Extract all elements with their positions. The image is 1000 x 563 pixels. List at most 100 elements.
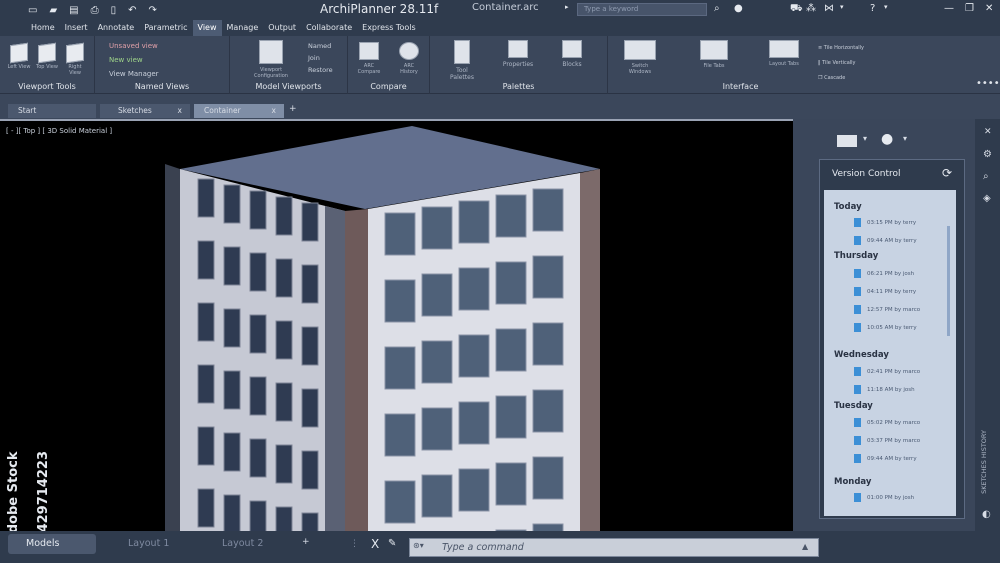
command-expand-icon[interactable]: ▲ xyxy=(802,542,808,551)
layers-icon[interactable]: ◈ xyxy=(983,193,991,204)
version-list-scrollbar[interactable] xyxy=(947,226,950,336)
layout-tabs-button[interactable]: Layout Tabs xyxy=(764,40,804,67)
window xyxy=(223,246,241,286)
cascade-item[interactable]: ❐ Cascade xyxy=(818,75,845,81)
version-entry[interactable]: 04:11 PM by terry xyxy=(854,287,916,296)
grid-chevron-icon[interactable]: ▾ xyxy=(863,134,867,143)
tab-sketches[interactable]: Sketches x xyxy=(100,104,190,118)
version-entry[interactable]: 11:18 AM by josh xyxy=(854,385,915,394)
close-command-icon[interactable]: X xyxy=(371,537,379,551)
version-entry[interactable]: 02:41 PM by marco xyxy=(854,367,920,376)
help-chevron-icon[interactable]: ▾ xyxy=(884,3,888,11)
tab-container[interactable]: Container x xyxy=(194,104,284,118)
tab-layout-2[interactable]: Layout 2 xyxy=(204,534,292,554)
redo-icon[interactable]: ↷ xyxy=(149,5,157,16)
command-history-icon[interactable]: ⊛▾ xyxy=(413,541,424,550)
menu-annotate[interactable]: Annotate xyxy=(93,20,140,36)
window xyxy=(458,401,490,445)
tab-layout-1[interactable]: Layout 1 xyxy=(110,534,198,554)
switch-windows-button[interactable]: Switch Windows xyxy=(620,40,660,75)
arrow-right-icon[interactable]: ▸ xyxy=(565,3,569,11)
refresh-icon[interactable]: ⟳ xyxy=(942,166,952,180)
undo-icon[interactable]: ↶ xyxy=(128,5,136,16)
tab-start[interactable]: Start xyxy=(8,104,96,118)
version-entry[interactable]: 03:37 PM by marco xyxy=(854,436,920,445)
user-icon[interactable]: ● xyxy=(734,3,743,14)
menu-manage[interactable]: Manage xyxy=(222,20,264,36)
help-icon[interactable]: ? xyxy=(870,3,875,14)
unsaved-view-item[interactable]: Unsaved view xyxy=(109,42,158,50)
share-icon[interactable]: ⋈ xyxy=(824,3,834,14)
menu-insert[interactable]: Insert xyxy=(60,20,93,36)
chevron-down-icon[interactable]: ▾ xyxy=(840,3,844,11)
grid-icon[interactable] xyxy=(837,135,857,147)
window xyxy=(197,364,215,404)
named-item[interactable]: Named xyxy=(308,42,331,50)
version-entry[interactable]: 05:02 PM by marco xyxy=(854,418,920,427)
restore-icon[interactable]: ❐ xyxy=(965,3,974,14)
user-chevron-icon[interactable]: ▾ xyxy=(903,134,907,143)
tab-models[interactable]: Models xyxy=(8,534,96,554)
restore-item[interactable]: Restore xyxy=(308,66,333,74)
network-icon[interactable]: ⁂ xyxy=(806,3,816,14)
version-entry[interactable]: 03:15 PM by terry xyxy=(854,218,916,227)
mobile-icon[interactable]: ▯ xyxy=(111,5,117,16)
close-tab-icon[interactable]: x xyxy=(178,104,182,118)
join-item[interactable]: Join xyxy=(308,54,320,62)
search-input[interactable]: Type a keyword xyxy=(577,3,707,16)
version-entry[interactable]: 09:44 AM by terry xyxy=(854,236,917,245)
add-layout-icon[interactable]: + xyxy=(302,537,310,547)
version-entry[interactable]: 12:57 PM by marco xyxy=(854,305,920,314)
menu-view[interactable]: View xyxy=(192,20,222,36)
print-icon[interactable]: ⎙ xyxy=(91,5,99,16)
menu-collaborate[interactable]: Collaborate xyxy=(301,20,357,36)
blocks-button[interactable]: Blocks xyxy=(554,40,590,68)
version-entry[interactable]: 09:44 AM by terry xyxy=(854,454,917,463)
toggle-icon[interactable]: ◐ xyxy=(982,509,991,520)
cart-icon[interactable]: ⛟ xyxy=(790,3,803,16)
new-view-item[interactable]: New view xyxy=(109,56,143,64)
sketches-history-label[interactable]: SKETCHES HISTORY xyxy=(980,430,988,494)
menu-output[interactable]: Output xyxy=(263,20,301,36)
compare-icon xyxy=(359,42,379,60)
minimize-icon[interactable]: — xyxy=(944,3,954,14)
save-icon[interactable]: ▤ xyxy=(69,5,78,16)
right-view-button[interactable]: Right View xyxy=(62,42,88,76)
drag-handle-icon[interactable]: ⋮ xyxy=(350,539,359,549)
add-tab-icon[interactable]: + xyxy=(289,104,297,114)
file-tabs-button[interactable]: File Tabs xyxy=(694,40,734,69)
command-input[interactable]: Type a command xyxy=(409,538,819,557)
new-file-icon[interactable]: ▭ xyxy=(28,5,37,16)
search-icon[interactable]: ⌕ xyxy=(714,3,720,14)
window xyxy=(532,456,564,500)
model-viewport[interactable]: [ - ][ Top ] [ 3D Solid Material ] Adobe… xyxy=(0,119,793,531)
search-icon[interactable]: ⌕ xyxy=(983,171,989,182)
wrench-icon[interactable]: ✎ xyxy=(388,538,396,549)
properties-button[interactable]: Properties xyxy=(498,40,538,68)
view-manager-item[interactable]: View Manager xyxy=(109,70,159,78)
gear-icon[interactable]: ⚙ xyxy=(983,149,992,160)
close-panel-icon[interactable]: ✕ xyxy=(984,127,992,137)
tool-palettes-button[interactable]: Tool Palettes xyxy=(444,40,480,81)
close-tab-icon[interactable]: x xyxy=(272,104,276,118)
close-icon[interactable]: ✕ xyxy=(985,3,993,14)
window xyxy=(249,438,267,478)
menu-express-tools[interactable]: Express Tools xyxy=(357,20,421,36)
menu-home[interactable]: Home xyxy=(26,20,60,36)
menu-parametric[interactable]: Parametric xyxy=(139,20,192,36)
top-view-button[interactable]: Top View xyxy=(34,42,60,70)
version-entry[interactable]: 10:05 AM by terry xyxy=(854,323,917,332)
user-icon[interactable]: ● xyxy=(881,131,893,147)
tile-horizontally-item[interactable]: ≡ Tile Horizontally xyxy=(818,45,864,51)
title-bar: ▭ ▰ ▤ ⎙ ▯ ↶ ↷ ArchiPlanner 28.11f Contai… xyxy=(0,0,1000,20)
viewport-label[interactable]: [ - ][ Top ] [ 3D Solid Material ] xyxy=(6,127,112,135)
tile-vertically-item[interactable]: ‖ Tile Vertically xyxy=(818,60,856,66)
version-entry[interactable]: 01:00 PM by josh xyxy=(854,493,914,502)
viewport-configuration-button[interactable]: Viewport Configuration xyxy=(254,40,288,79)
version-entry[interactable]: 06:21 PM by josh xyxy=(854,269,914,278)
arc-compare-button[interactable]: ARC Compare xyxy=(356,42,382,75)
more-icon[interactable]: •••• xyxy=(976,78,1000,89)
open-folder-icon[interactable]: ▰ xyxy=(49,5,57,16)
left-view-button[interactable]: Left View xyxy=(6,42,32,70)
arc-history-button[interactable]: ARC History xyxy=(396,42,422,75)
